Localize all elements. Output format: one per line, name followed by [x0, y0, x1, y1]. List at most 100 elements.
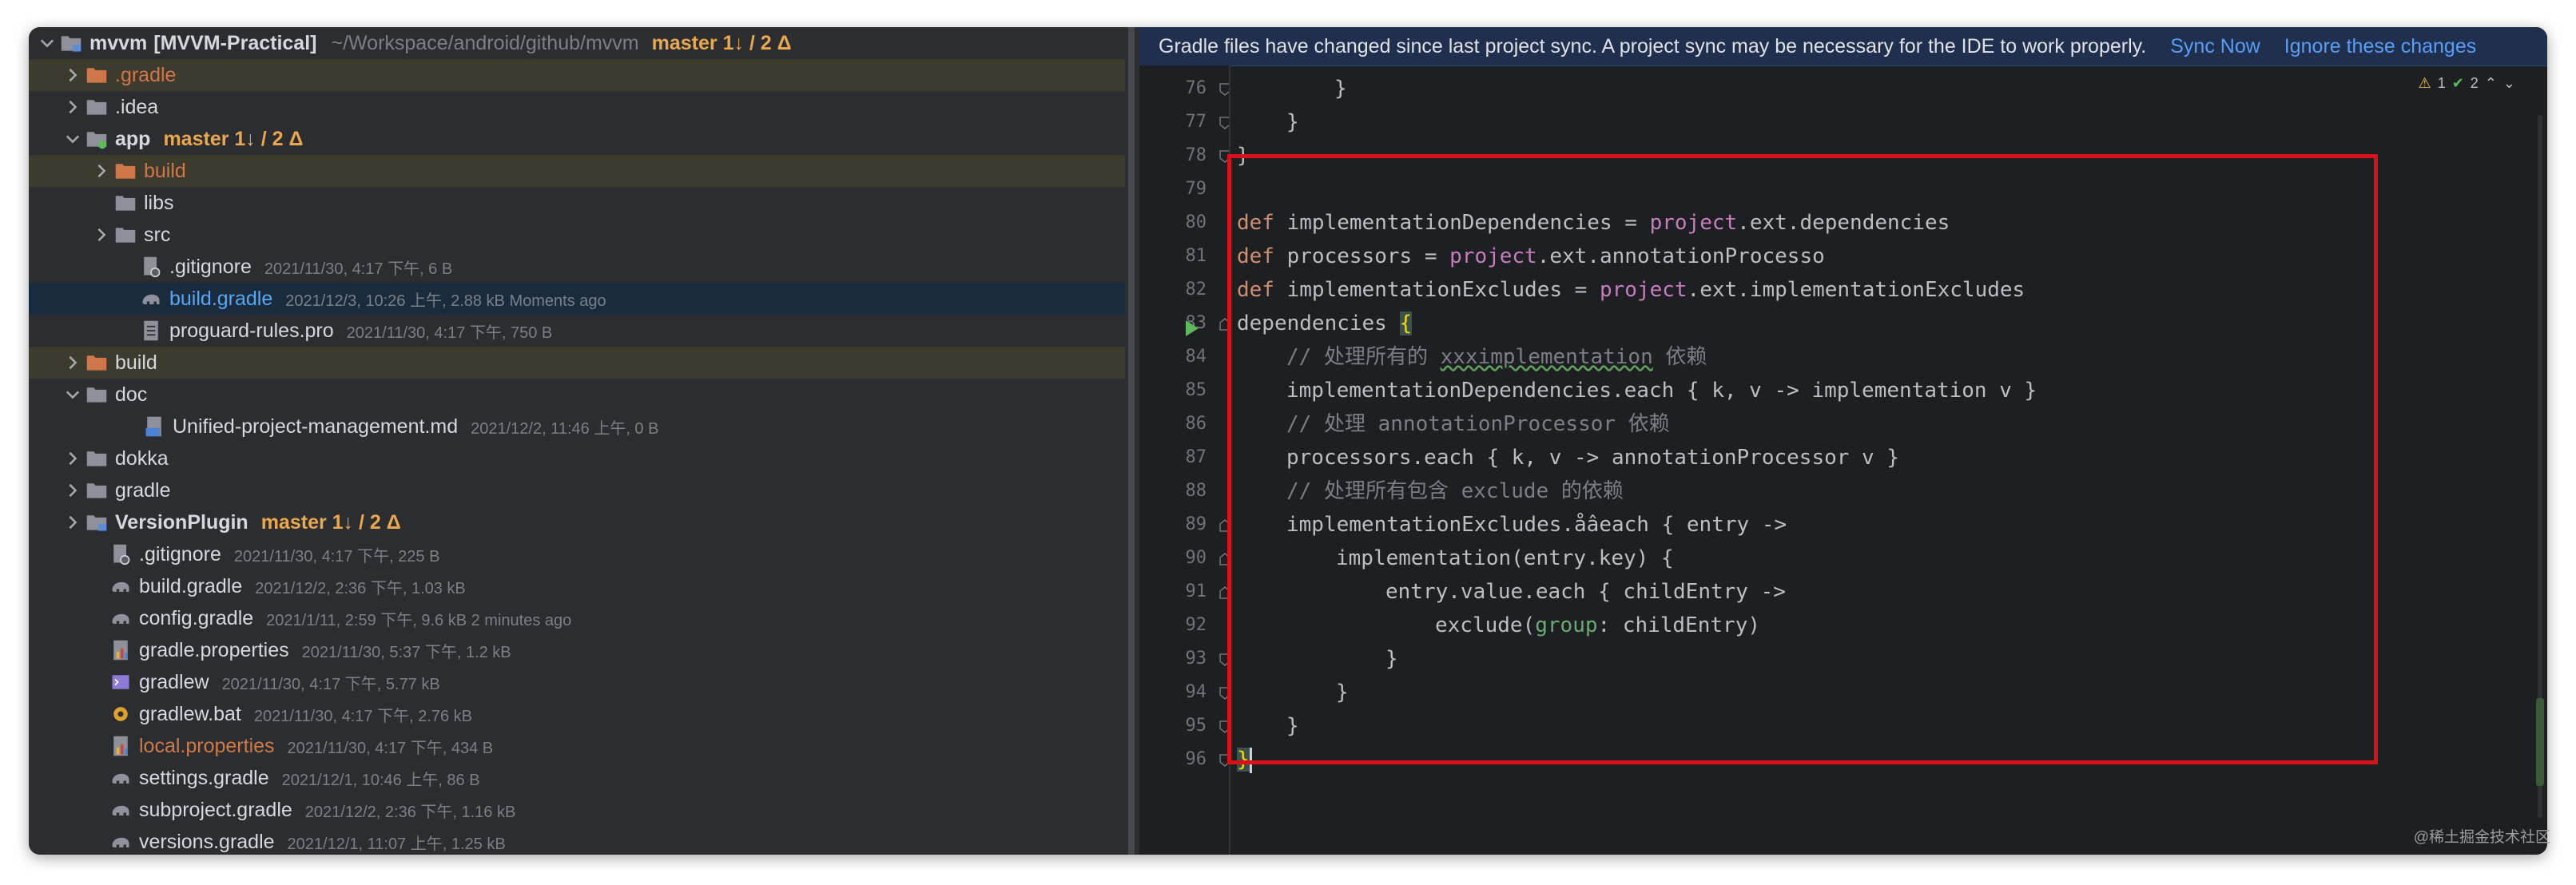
watermark: @稀土掘金技术社区 — [2413, 829, 2550, 846]
chevron-right-icon[interactable] — [62, 442, 83, 474]
tree-item-libs[interactable]: libs — [29, 187, 1125, 219]
tree-item-label: versions.gradle — [139, 830, 275, 853]
tree-item-label: gradle.properties — [139, 638, 289, 661]
file-meta: 2021/11/30, 4:17 下午, 434 B — [287, 739, 494, 757]
properties-file-icon — [107, 634, 134, 666]
code-line-92: exclude(group: childEntry) — [1435, 613, 1761, 637]
tree-item-label: gradlew — [139, 670, 209, 693]
chevron-right-icon[interactable] — [62, 506, 83, 538]
tree-item-settings-gradle[interactable]: settings.gradle 2021/12/1, 10:46 上午, 86 … — [29, 762, 1125, 794]
tree-item-gradlew[interactable]: gradlew 2021/11/30, 4:17 下午, 5.77 kB — [29, 666, 1125, 698]
code-line-85: implementationDependencies.each { k, v -… — [1286, 379, 2037, 403]
chevron-right-icon[interactable] — [62, 347, 83, 379]
module-folder-icon — [83, 123, 110, 155]
tree-item-app-gitignore[interactable]: .gitignore 2021/11/30, 4:17 下午, 6 B — [29, 251, 1125, 283]
tree-item-idea[interactable]: .idea — [29, 91, 1125, 123]
markdown-file-icon — [141, 411, 168, 442]
file-meta: 2021/12/3, 10:26 上午, 2.88 kB Moments ago — [285, 292, 606, 310]
code-line-91: entry.value.each { childEntry -> — [1385, 580, 1786, 604]
chevron-down-icon[interactable] — [62, 123, 83, 155]
file-meta: 2021/12/2, 2:36 下午, 1.03 kB — [255, 579, 466, 597]
tree-item-label: settings.gradle — [139, 766, 269, 789]
ignore-file-icon — [107, 538, 134, 570]
ignore-file-icon — [137, 251, 165, 283]
tree-item-config-gradle[interactable]: config.gradle 2021/1/11, 2:59 下午, 9.6 kB… — [29, 602, 1125, 634]
tree-item-label: build — [115, 351, 157, 374]
file-meta: 2021/11/30, 4:17 下午, 5.77 kB — [221, 675, 440, 693]
file-meta: 2021/11/30, 5:37 下午, 1.2 kB — [301, 643, 511, 661]
chevron-down-icon[interactable] — [62, 379, 83, 411]
tree-item-gradle-dir[interactable]: .gradle — [29, 59, 1125, 91]
tree-item-label: subproject.gradle — [139, 798, 292, 821]
tree-item-versions-gradle[interactable]: versions.gradle 2021/12/1, 11:07 上午, 1.2… — [29, 826, 1125, 855]
gradle-elephant-icon — [107, 826, 134, 855]
code-editor[interactable]: Gradle files have changed since last pro… — [1139, 27, 2547, 855]
branch-badge: master 1↓ / 2 Δ — [163, 127, 304, 150]
tree-item-app-build[interactable]: build — [29, 155, 1125, 187]
code-line-81: def processors = project.ext.annotationP… — [1237, 244, 1825, 268]
chevron-down-icon[interactable] — [37, 27, 58, 59]
chevron-right-icon[interactable] — [62, 91, 83, 123]
gradle-elephant-icon — [137, 283, 165, 315]
scrollbar-change-marker — [2536, 698, 2544, 786]
tree-item-build[interactable]: build — [29, 347, 1125, 379]
code-line-86: // 处理 annotationProcessor 依赖 — [1286, 412, 1670, 436]
tree-root[interactable]: mvvm [MVVM-Practical] ~/Workspace/androi… — [29, 27, 1125, 59]
code-line-78: } — [1237, 144, 1250, 168]
project-tree[interactable]: mvvm [MVVM-Practical] ~/Workspace/androi… — [29, 27, 1125, 855]
chevron-right-icon[interactable] — [91, 219, 112, 251]
folder-icon — [83, 91, 110, 123]
code-line-90: implementation(entry.key) { — [1336, 546, 1674, 570]
folder-icon — [112, 187, 139, 219]
tree-item-versionplugin[interactable]: VersionPlugin master 1↓ / 2 Δ — [29, 506, 1125, 538]
code-area[interactable]: } } } def implementationDependencies = p… — [1139, 27, 2547, 855]
ide-window: mvvm [MVVM-Practical] ~/Workspace/androi… — [29, 27, 2547, 855]
tree-item-gradle[interactable]: gradle — [29, 474, 1125, 506]
tree-item-local-properties[interactable]: local.properties 2021/11/30, 4:17 下午, 43… — [29, 730, 1125, 762]
tree-item-label: .gitignore — [169, 255, 252, 278]
tree-item-proguard[interactable]: proguard-rules.pro 2021/11/30, 4:17 下午, … — [29, 315, 1125, 347]
file-meta: 2021/11/30, 4:17 下午, 750 B — [346, 323, 553, 342]
code-line-77: } — [1286, 110, 1299, 134]
shell-script-icon — [107, 666, 134, 698]
tree-item-dokka[interactable]: dokka — [29, 442, 1125, 474]
folder-icon — [83, 379, 110, 411]
folder-icon — [83, 474, 110, 506]
text-file-icon — [137, 315, 165, 347]
tree-item-md[interactable]: Unified-project-management.md 2021/12/2,… — [29, 411, 1125, 442]
tree-item-label: libs — [144, 191, 174, 214]
chevron-right-icon[interactable] — [62, 474, 83, 506]
panel-splitter[interactable] — [1125, 27, 1139, 855]
folder-icon — [112, 155, 139, 187]
root-branch: master 1↓ / 2 Δ — [651, 31, 792, 54]
folder-icon — [83, 59, 110, 91]
chevron-right-icon[interactable] — [91, 155, 112, 187]
tree-item-app[interactable]: app master 1↓ / 2 Δ — [29, 123, 1125, 155]
tree-item-gitignore[interactable]: .gitignore 2021/11/30, 4:17 下午, 225 B — [29, 538, 1125, 570]
gradle-elephant-icon — [107, 602, 134, 634]
tree-item-doc[interactable]: doc — [29, 379, 1125, 411]
chevron-right-icon[interactable] — [62, 59, 83, 91]
file-meta: 2021/11/30, 4:17 下午, 225 B — [233, 547, 440, 566]
folder-icon — [83, 442, 110, 474]
tree-item-gradlew-bat[interactable]: gradlew.bat 2021/11/30, 4:17 下午, 2.76 kB — [29, 698, 1125, 730]
tree-item-gradle-properties[interactable]: gradle.properties 2021/11/30, 5:37 下午, 1… — [29, 634, 1125, 666]
text-caret — [1249, 747, 1252, 773]
code-line-89: implementationExcludes.åâeach { entry -> — [1286, 513, 1787, 537]
tree-item-label: Unified-project-management.md — [173, 415, 459, 438]
tree-item-src[interactable]: src — [29, 219, 1125, 251]
tree-item-label: dokka — [115, 446, 169, 470]
file-meta: 2021/12/1, 10:46 上午, 86 B — [281, 771, 480, 789]
tree-item-build-gradle[interactable]: build.gradle 2021/12/2, 2:36 下午, 1.03 kB — [29, 570, 1125, 602]
file-meta: 2021/12/2, 2:36 下午, 1.16 kB — [304, 803, 516, 821]
tree-item-label: config.gradle — [139, 606, 254, 629]
file-meta: 2021/11/30, 4:17 下午, 6 B — [264, 260, 453, 278]
tree-item-label: proguard-rules.pro — [169, 319, 334, 342]
tree-item-subproject-gradle[interactable]: subproject.gradle 2021/12/2, 2:36 下午, 1.… — [29, 794, 1125, 826]
tree-item-label: build.gradle — [169, 287, 273, 310]
tree-item-label: local.properties — [139, 734, 275, 757]
file-meta: 2021/12/2, 11:46 上午, 0 B — [471, 419, 659, 438]
gradle-elephant-icon — [107, 570, 134, 602]
tree-item-app-build-gradle[interactable]: build.gradle 2021/12/3, 10:26 上午, 2.88 k… — [29, 283, 1125, 315]
root-module: [MVVM-Practical] — [153, 31, 317, 54]
